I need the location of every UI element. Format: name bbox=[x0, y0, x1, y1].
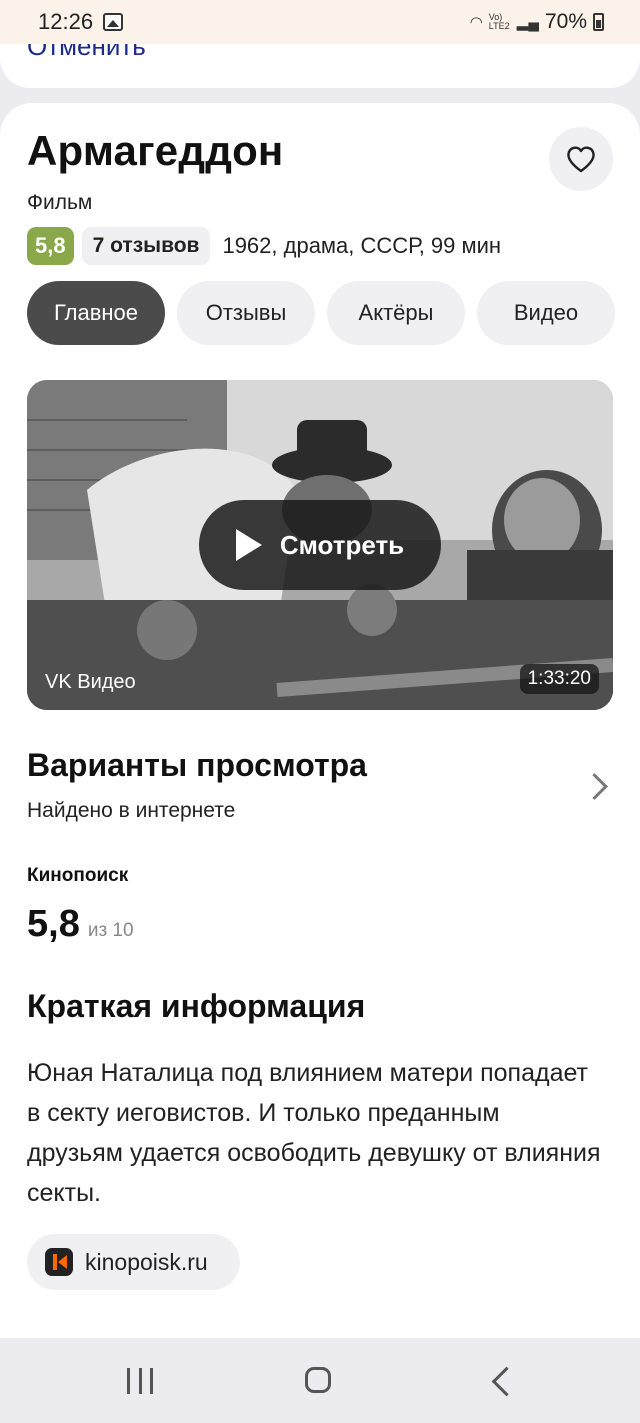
source-link[interactable]: kinopoisk.ru bbox=[27, 1234, 240, 1290]
source-link-label: kinopoisk.ru bbox=[85, 1248, 208, 1275]
signal-icon: ▂▄ bbox=[516, 14, 539, 31]
status-bar: 12:26 ◠ Vo) LTE2 ▂▄ 70% bbox=[0, 0, 640, 44]
watch-options-title[interactable]: Варианты просмотра bbox=[27, 747, 367, 784]
movie-card: Армагеддон Фильм 5,8 7 отзывов 1962, дра… bbox=[0, 103, 640, 1338]
wifi-icon: ◠ bbox=[469, 14, 483, 31]
watch-label: Смотреть bbox=[279, 529, 405, 560]
navigation-bar bbox=[0, 1338, 640, 1423]
kinopoisk-logo-icon bbox=[45, 1248, 73, 1276]
score-value: 5,8 bbox=[27, 903, 80, 945]
play-icon bbox=[235, 529, 262, 561]
video-player[interactable]: Смотреть VK Видео 1:33:20 bbox=[27, 380, 613, 710]
video-duration: 1:33:20 bbox=[519, 664, 599, 694]
rating-badge: 5,8 bbox=[27, 227, 74, 265]
score-scale: из 10 bbox=[87, 920, 134, 941]
video-source: VK Видео bbox=[45, 671, 136, 693]
tab-reviews[interactable]: Отзывы bbox=[177, 281, 315, 345]
tab-video[interactable]: Видео bbox=[477, 281, 615, 345]
tab-actors[interactable]: Актёры bbox=[327, 281, 465, 345]
info-title: Краткая информация bbox=[27, 988, 366, 1024]
back-icon[interactable] bbox=[491, 1366, 522, 1397]
kinopoisk-label: Кинопоиск bbox=[27, 865, 129, 886]
tab-main[interactable]: Главное bbox=[27, 281, 165, 345]
status-right: ◠ Vo) LTE2 ▂▄ 70% bbox=[470, 10, 604, 34]
kinopoisk-score: 5,8 из 10 bbox=[27, 903, 134, 946]
heart-icon bbox=[567, 146, 595, 173]
meta-line: 5,8 7 отзывов 1962, драма, СССР, 99 мин bbox=[27, 227, 501, 265]
recents-icon[interactable] bbox=[127, 1368, 153, 1394]
movie-title: Армагеддон bbox=[27, 127, 284, 174]
status-time: 12:26 bbox=[38, 9, 94, 34]
watch-options-subtitle: Найдено в интернете bbox=[27, 799, 236, 822]
favorite-button[interactable] bbox=[549, 127, 613, 191]
reviews-badge[interactable]: 7 отзывов bbox=[81, 227, 211, 265]
battery-percent: 70% bbox=[544, 10, 587, 33]
chevron-right-icon[interactable] bbox=[581, 773, 608, 800]
home-icon[interactable] bbox=[305, 1367, 331, 1393]
watch-button[interactable]: Смотреть bbox=[199, 500, 441, 590]
description-text: Юная Наталица под влиянием матери попада… bbox=[27, 1059, 601, 1207]
battery-icon bbox=[593, 13, 604, 31]
tab-bar: Главное Отзывы Актёры Видео bbox=[27, 281, 615, 345]
movie-type: Фильм bbox=[27, 191, 93, 214]
gallery-notification-icon bbox=[103, 13, 124, 31]
movie-meta: 1962, драма, СССР, 99 мин bbox=[222, 233, 502, 258]
network-label: Vo) LTE2 bbox=[488, 12, 510, 31]
